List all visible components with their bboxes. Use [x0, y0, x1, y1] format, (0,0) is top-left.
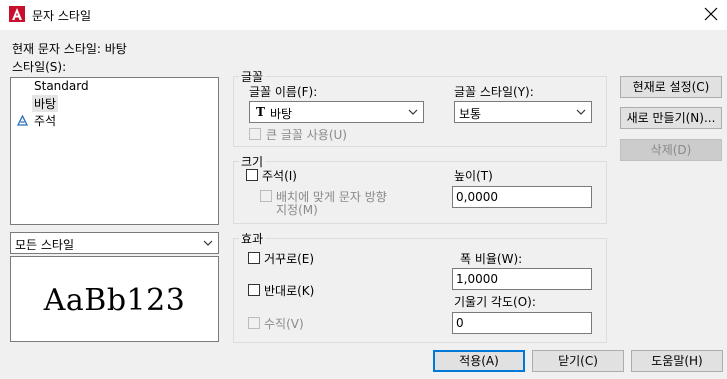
width-factor-input[interactable]: 1,0000 [452, 268, 592, 290]
title-bar [0, 0, 727, 30]
chevron-down-icon [408, 109, 418, 115]
use-big-font-label: 큰 글꼴 사용(U) [266, 128, 347, 142]
style-filter-dropdown[interactable]: 모든 스타일 [10, 232, 219, 254]
list-item[interactable]: Standard [34, 79, 89, 93]
annotative-label: 주석(I) [262, 169, 297, 183]
delete-button[interactable]: 삭제(D) [620, 139, 722, 161]
backwards-label: 반대로(K) [264, 284, 315, 298]
window-title: 문자 스타일 [32, 9, 92, 23]
vertical-label: 수직(V) [264, 317, 304, 331]
font-style-dropdown[interactable]: 보통 [454, 101, 592, 123]
backwards-checkbox[interactable] [248, 284, 260, 296]
chevron-down-icon [576, 109, 586, 115]
annotative-scale-icon [17, 115, 28, 126]
use-big-font-checkbox[interactable] [249, 128, 261, 140]
close-icon[interactable] [702, 5, 720, 23]
style-filter-value: 모든 스타일 [15, 238, 75, 252]
upside-down-checkbox[interactable] [248, 252, 260, 264]
current-style-label: 현재 문자 스타일: 바탕 [12, 42, 127, 56]
font-name-value: 바탕 [270, 107, 293, 121]
preview-text: AaBb123 [43, 283, 186, 318]
help-button[interactable]: 도움말(H) [631, 350, 723, 372]
autocad-a-icon [9, 6, 25, 22]
styles-label: 스타일(S): [12, 60, 67, 74]
upside-down-label: 거꾸로(E) [264, 252, 315, 266]
truetype-font-icon: T [256, 105, 265, 119]
set-current-button[interactable]: 현재로 설정(C) [620, 76, 722, 98]
effects-group-title: 효과 [239, 230, 266, 247]
close-button[interactable]: 닫기(C) [532, 350, 624, 372]
list-item-selected[interactable]: 바탕 [32, 95, 59, 112]
chevron-down-icon [203, 240, 213, 246]
annotative-checkbox[interactable] [246, 169, 258, 181]
height-label: 높이(T) [454, 169, 493, 183]
apply-button[interactable]: 적용(A) [433, 350, 525, 372]
list-item[interactable]: 주석 [34, 112, 56, 129]
font-style-label: 글꼴 스타일(Y): [454, 85, 534, 99]
oblique-angle-value: 0 [456, 316, 464, 330]
oblique-angle-label: 기울기 각도(O): [454, 295, 536, 309]
font-name-label: 글꼴 이름(F): [249, 85, 318, 99]
width-factor-label: 폭 비율(W): [460, 252, 523, 266]
width-factor-value: 1,0000 [456, 272, 498, 286]
new-button[interactable]: 새로 만들기(N)... [620, 107, 722, 129]
oblique-angle-input[interactable]: 0 [452, 312, 592, 334]
vertical-checkbox[interactable] [248, 317, 260, 329]
styles-list[interactable]: Standard 바탕 주석 [10, 77, 219, 225]
preview-box: AaBb123 [10, 256, 219, 342]
height-value: 0,0000 [456, 190, 498, 204]
match-orientation-checkbox[interactable] [260, 190, 272, 202]
match-orientation-label-line2: 지정(M) [276, 203, 318, 217]
font-name-dropdown[interactable]: T 바탕 [249, 101, 424, 123]
height-input[interactable]: 0,0000 [452, 186, 592, 208]
font-style-value: 보통 [459, 107, 482, 121]
